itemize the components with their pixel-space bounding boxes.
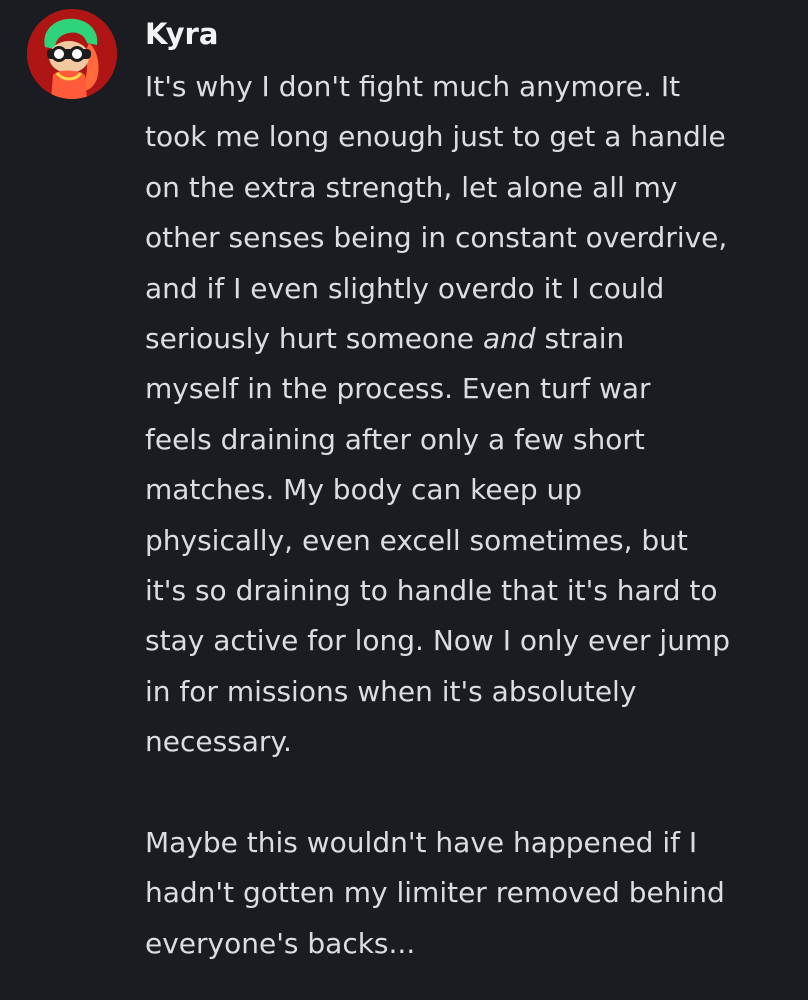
message-line: It's why I don't fight much anymore. It	[145, 70, 681, 103]
message-line: feels draining after only a few short	[145, 422, 645, 456]
message-content: It's why I don't fight much anymore. It …	[145, 62, 800, 969]
message-line: hadn't gotten my limiter removed behind	[145, 876, 725, 910]
avatar[interactable]	[27, 9, 117, 99]
message-line: it's so draining to handle that it's har…	[145, 573, 718, 607]
message-line: myself in the process. Even turf war	[145, 372, 651, 406]
message-line: seriously hurt someone and strain	[145, 314, 800, 364]
message-text: seriously hurt someone	[145, 321, 483, 355]
message-line: other senses being in constant overdrive…	[145, 221, 728, 255]
message-line: necessary.	[145, 725, 292, 759]
message-line: and if I even slightly overdo it I could	[145, 271, 665, 305]
inkling-avatar-icon	[27, 9, 117, 99]
message-author[interactable]: Kyra	[145, 14, 218, 54]
message-line: on the extra strength, let alone all my	[145, 170, 678, 204]
message-line: took me long enough just to get a handle	[145, 120, 726, 154]
chat-message: Kyra It's why I don't fight much anymore…	[0, 0, 808, 1000]
message-line: Maybe this wouldn't have happened if I	[145, 825, 698, 859]
message-line: physically, even excell sometimes, but	[145, 523, 688, 557]
message-line: stay active for long. Now I only ever ju…	[145, 624, 731, 658]
message-line: everyone's backs...	[145, 926, 416, 960]
message-line: matches. My body can keep up	[145, 473, 583, 507]
message-text: strain	[535, 321, 625, 355]
message-line: in for missions when it's absolutely	[145, 674, 637, 708]
emphasis-text: and	[482, 321, 536, 355]
